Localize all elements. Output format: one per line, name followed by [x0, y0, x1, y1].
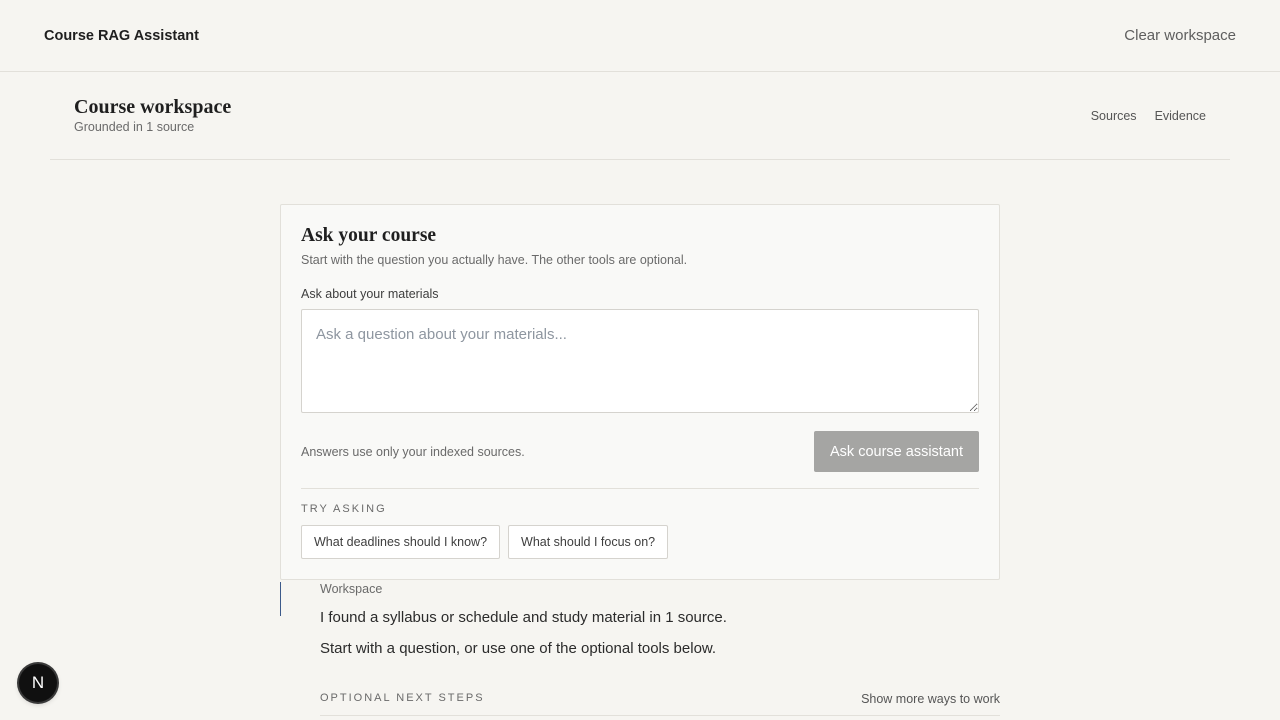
- page-subtitle: Grounded in 1 source: [74, 120, 195, 134]
- ask-card: Ask your course Start with the question …: [280, 204, 1000, 580]
- ask-title: Ask your course: [301, 225, 437, 246]
- top-bar: Course RAG Assistant Clear workspace: [0, 0, 1280, 72]
- ask-note: Answers use only your indexed sources.: [301, 445, 525, 459]
- next-steps-divider: [320, 715, 1000, 716]
- nextjs-logo-icon[interactable]: N: [19, 664, 57, 702]
- next-steps-label: OPTIONAL NEXT STEPS: [320, 692, 485, 704]
- try-asking-label: TRY ASKING: [301, 503, 387, 515]
- show-more-ways-link[interactable]: Show more ways to work: [861, 692, 1000, 706]
- clear-workspace-button[interactable]: Clear workspace: [1124, 27, 1236, 44]
- app-title: Course RAG Assistant: [44, 27, 199, 44]
- page-title: Course workspace: [74, 96, 232, 118]
- badge-letter: N: [31, 673, 45, 692]
- message-line-1: I found a syllabus or schedule and study…: [320, 609, 727, 626]
- workspace-links: Sources Evidence: [1091, 109, 1206, 123]
- message-label: Workspace: [320, 582, 383, 596]
- suggestion-chip-focus[interactable]: What should I focus on?: [508, 525, 669, 559]
- sources-link[interactable]: Sources: [1091, 109, 1137, 123]
- evidence-link[interactable]: Evidence: [1155, 109, 1206, 123]
- ask-course-assistant-button[interactable]: Ask course assistant: [814, 431, 979, 472]
- suggestion-chip-deadlines[interactable]: What deadlines should I know?: [301, 525, 501, 559]
- message-accent-rule: [280, 582, 281, 616]
- message-line-2: Start with a question, or use one of the…: [320, 640, 717, 657]
- divider: [301, 488, 979, 489]
- question-input[interactable]: [301, 309, 979, 413]
- ask-subtitle: Start with the question you actually hav…: [301, 253, 688, 267]
- question-field-label: Ask about your materials: [301, 287, 439, 301]
- workspace-header: Course workspace Grounded in 1 source So…: [50, 72, 1230, 160]
- suggestion-chips: What deadlines should I know? What shoul…: [301, 525, 669, 559]
